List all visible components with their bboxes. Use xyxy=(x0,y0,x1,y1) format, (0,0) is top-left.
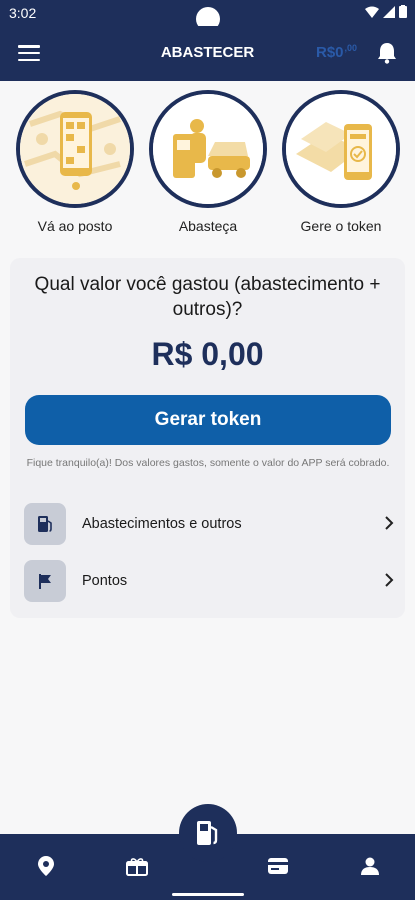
battery-icon xyxy=(399,5,407,18)
map-phone-illustration-icon xyxy=(16,90,134,208)
status-time: 3:02 xyxy=(9,5,37,21)
step-go-to-station: Vá ao posto xyxy=(16,90,134,234)
phone-token-illustration-icon xyxy=(282,90,400,208)
balance-main: R$0 xyxy=(316,44,344,61)
list-item-label: Pontos xyxy=(82,573,128,589)
list-item-label: Abastecimentos e outros xyxy=(82,516,242,532)
status-icons xyxy=(365,5,407,18)
balance-display[interactable]: R$0,00 xyxy=(316,43,357,61)
step-refuel: Abasteça xyxy=(149,90,267,234)
bell-icon[interactable] xyxy=(377,42,397,64)
list-item-refuels[interactable]: Abastecimentos e outros xyxy=(24,503,394,547)
chevron-right-icon xyxy=(385,573,394,587)
step-label: Vá ao posto xyxy=(37,218,113,234)
app-bar: ABASTECER R$0,00 xyxy=(0,26,415,81)
flag-icon xyxy=(24,560,66,602)
list-item-points[interactable]: Pontos xyxy=(24,560,394,604)
step-label: Gere o token xyxy=(300,218,382,234)
wifi-icon xyxy=(365,6,379,18)
amount-value[interactable]: R$ 0,00 xyxy=(10,336,405,373)
signal-icon xyxy=(383,5,395,18)
nav-user-icon[interactable] xyxy=(358,854,382,878)
nav-location-icon[interactable] xyxy=(34,854,58,878)
status-bar: 3:02 xyxy=(0,0,415,31)
nav-fuel-pump-icon[interactable] xyxy=(179,804,237,862)
step-generate-token: Gere o token xyxy=(282,90,400,234)
home-indicator xyxy=(172,893,244,896)
chevron-right-icon xyxy=(385,516,394,530)
fee-hint: Fique tranquilo(a)! Dos valores gastos, … xyxy=(26,457,390,469)
balance-cents: ,00 xyxy=(344,43,358,53)
generate-token-button[interactable]: Gerar token xyxy=(25,395,391,445)
amount-question: Qual valor você gastou (abastecimento + … xyxy=(34,274,381,320)
steps-row: Vá ao posto Abasteça Gere o token xyxy=(0,90,415,240)
fuel-pump-icon xyxy=(24,503,66,545)
step-label: Abasteça xyxy=(178,218,238,234)
nav-card-icon[interactable] xyxy=(266,854,290,878)
nav-gift-icon[interactable] xyxy=(125,854,149,878)
fuel-pump-car-illustration-icon xyxy=(149,90,267,208)
amount-card: Qual valor você gastou (abastecimento + … xyxy=(10,258,405,618)
